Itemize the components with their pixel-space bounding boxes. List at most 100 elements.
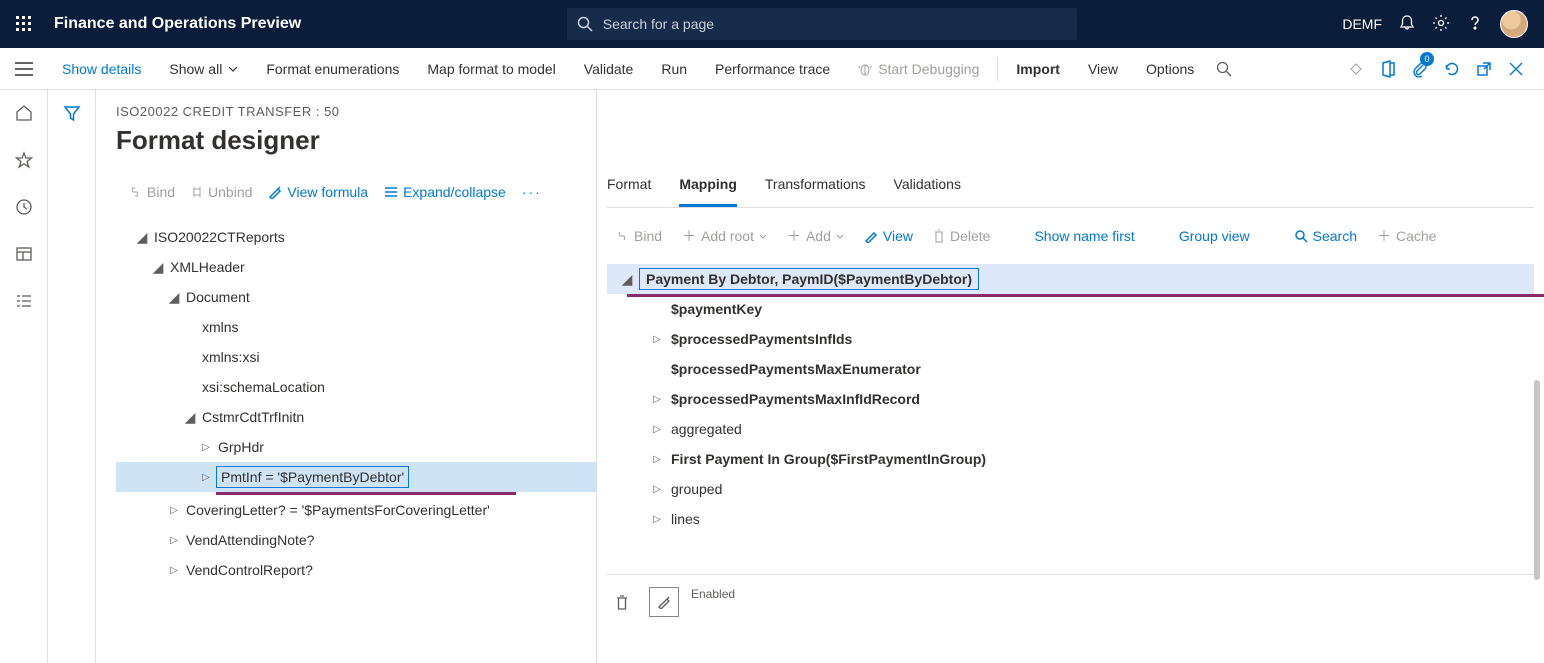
delete-detail-button[interactable] bbox=[607, 587, 637, 617]
mapping-tree: ◢Payment By Debtor, PaymID($PaymentByDeb… bbox=[607, 264, 1534, 534]
close-icon[interactable] bbox=[1500, 48, 1532, 90]
format-enumerations-button[interactable]: Format enumerations bbox=[252, 48, 413, 90]
map-node[interactable]: ▷First Payment In Group($FirstPaymentInG… bbox=[607, 444, 1534, 474]
start-debugging-button[interactable]: Start Debugging bbox=[844, 48, 993, 90]
tree-node[interactable]: ◢CstmrCdtTrfInitn bbox=[116, 402, 596, 432]
edit-detail-button[interactable] bbox=[649, 587, 679, 617]
add-root-button[interactable]: ＋Add root bbox=[674, 222, 775, 250]
show-details-button[interactable]: Show details bbox=[48, 48, 155, 90]
home-icon[interactable] bbox=[15, 104, 33, 125]
map-format-button[interactable]: Map format to model bbox=[413, 48, 569, 90]
tab-validations[interactable]: Validations bbox=[894, 170, 961, 207]
tree-node[interactable]: xmlns bbox=[116, 312, 596, 342]
filter-column bbox=[48, 90, 96, 663]
map-node[interactable]: ▷aggregated bbox=[607, 414, 1534, 444]
app-launcher-icon[interactable] bbox=[8, 8, 40, 40]
import-button[interactable]: Import bbox=[1002, 48, 1074, 90]
map-bind-button[interactable]: Bind bbox=[607, 224, 670, 248]
tree-node[interactable]: ▷GrpHdr bbox=[116, 432, 596, 462]
workspace-icon[interactable] bbox=[15, 245, 33, 266]
map-search-button[interactable]: Search bbox=[1286, 224, 1365, 248]
bind-button[interactable]: Bind bbox=[122, 180, 181, 204]
tree-node[interactable]: ◢ISO20022CTReports bbox=[116, 222, 596, 252]
enabled-input[interactable] bbox=[691, 603, 1501, 623]
left-pane: ISO20022 CREDIT TRANSFER : 50 Format des… bbox=[96, 90, 596, 663]
map-node-selected[interactable]: ◢Payment By Debtor, PaymID($PaymentByDeb… bbox=[607, 264, 1534, 294]
tree-node[interactable]: ◢Document bbox=[116, 282, 596, 312]
run-button[interactable]: Run bbox=[647, 48, 701, 90]
view-formula-button[interactable]: View formula bbox=[262, 180, 374, 204]
help-icon[interactable] bbox=[1466, 14, 1484, 35]
gear-icon[interactable] bbox=[1432, 14, 1450, 35]
add-button[interactable]: ＋Add bbox=[779, 222, 852, 250]
bug-icon bbox=[858, 62, 872, 76]
tree-node-selected[interactable]: ▷PmtInf = '$PaymentByDebtor' bbox=[116, 462, 596, 492]
star-icon[interactable] bbox=[15, 151, 33, 172]
delete-button[interactable]: Delete bbox=[925, 224, 998, 248]
map-node[interactable]: ▷$processedPaymentsInfIds bbox=[607, 324, 1534, 354]
popout-icon[interactable] bbox=[1468, 48, 1500, 90]
nav-hamburger-icon[interactable] bbox=[0, 48, 48, 90]
tab-format[interactable]: Format bbox=[607, 170, 651, 207]
app-title: Finance and Operations Preview bbox=[54, 15, 301, 33]
right-tabs: Format Mapping Transformations Validatio… bbox=[607, 170, 1534, 208]
tree-node[interactable]: ▷CoveringLetter? = '$PaymentsForCovering… bbox=[116, 495, 596, 525]
attachments-badge: 0 bbox=[1420, 52, 1434, 66]
page-title: Format designer bbox=[116, 125, 596, 156]
tree-node[interactable]: xsi:schemaLocation bbox=[116, 372, 596, 402]
pin-icon[interactable] bbox=[1340, 48, 1372, 90]
group-view-button[interactable]: Group view bbox=[1171, 224, 1258, 248]
details-panel: Enabled bbox=[607, 574, 1534, 623]
map-node[interactable]: $processedPaymentsMaxEnumerator bbox=[607, 354, 1534, 384]
tree-node[interactable]: ◢XMLHeader bbox=[116, 252, 596, 282]
tree-node[interactable]: xmlns:xsi bbox=[116, 342, 596, 372]
tree-node[interactable]: ▷VendControlReport? bbox=[116, 555, 596, 585]
map-node[interactable]: ▷lines bbox=[607, 504, 1534, 534]
scrollbar-thumb[interactable] bbox=[1534, 380, 1540, 580]
highlight-underline bbox=[627, 294, 1544, 297]
mapping-toolbar: Bind ＋Add root ＋Add View Delete Show nam… bbox=[607, 222, 1534, 250]
expand-collapse-button[interactable]: Expand/collapse bbox=[378, 180, 512, 204]
search-placeholder: Search for a page bbox=[603, 16, 714, 32]
filter-icon[interactable] bbox=[63, 104, 81, 663]
format-tree: ◢ISO20022CTReports ◢XMLHeader ◢Document … bbox=[116, 222, 596, 585]
tree-node[interactable]: ▷VendAttendingNote? bbox=[116, 525, 596, 555]
enabled-field: Enabled bbox=[691, 587, 1501, 623]
modules-icon[interactable] bbox=[15, 292, 33, 313]
chevron-down-icon bbox=[228, 66, 238, 72]
global-search[interactable]: Search for a page bbox=[567, 8, 1077, 40]
show-name-first-button[interactable]: Show name first bbox=[1026, 224, 1142, 248]
toolbar-search-button[interactable] bbox=[1208, 48, 1240, 90]
main-area: ISO20022 CREDIT TRANSFER : 50 Format des… bbox=[0, 90, 1544, 663]
tab-transformations[interactable]: Transformations bbox=[765, 170, 866, 207]
action-bar: Show details Show all Format enumeration… bbox=[0, 48, 1544, 90]
bell-icon[interactable] bbox=[1398, 14, 1416, 35]
left-nav-rail bbox=[0, 90, 48, 663]
show-all-label: Show all bbox=[169, 61, 222, 77]
view-button[interactable]: View bbox=[1074, 48, 1132, 90]
recent-icon[interactable] bbox=[15, 198, 33, 219]
tab-mapping[interactable]: Mapping bbox=[679, 170, 737, 207]
office-icon[interactable] bbox=[1372, 48, 1404, 90]
workspace: ISO20022 CREDIT TRANSFER : 50 Format des… bbox=[96, 90, 1544, 663]
global-header: Finance and Operations Preview Search fo… bbox=[0, 0, 1544, 48]
search-icon bbox=[577, 16, 593, 32]
perf-trace-button[interactable]: Performance trace bbox=[701, 48, 844, 90]
left-toolbar: Bind Unbind View formula Expand/collapse… bbox=[116, 180, 596, 204]
map-node[interactable]: ▷$processedPaymentsMaxInfIdRecord bbox=[607, 384, 1534, 414]
right-pane: Format Mapping Transformations Validatio… bbox=[596, 90, 1544, 663]
map-node[interactable]: ▷grouped bbox=[607, 474, 1534, 504]
validate-button[interactable]: Validate bbox=[570, 48, 648, 90]
user-avatar[interactable] bbox=[1500, 10, 1528, 38]
map-node[interactable]: $paymentKey bbox=[607, 294, 1534, 324]
breadcrumb: ISO20022 CREDIT TRANSFER : 50 bbox=[116, 104, 596, 119]
unbind-button[interactable]: Unbind bbox=[185, 180, 258, 204]
options-button[interactable]: Options bbox=[1132, 48, 1208, 90]
refresh-icon[interactable] bbox=[1436, 48, 1468, 90]
company-code[interactable]: DEMF bbox=[1342, 16, 1382, 32]
attachments-icon[interactable]: 0 bbox=[1404, 48, 1436, 90]
show-all-button[interactable]: Show all bbox=[155, 48, 252, 90]
map-view-button[interactable]: View bbox=[856, 224, 921, 248]
more-button[interactable]: ··· bbox=[516, 180, 548, 204]
cache-button[interactable]: ＋Cache bbox=[1369, 222, 1444, 250]
